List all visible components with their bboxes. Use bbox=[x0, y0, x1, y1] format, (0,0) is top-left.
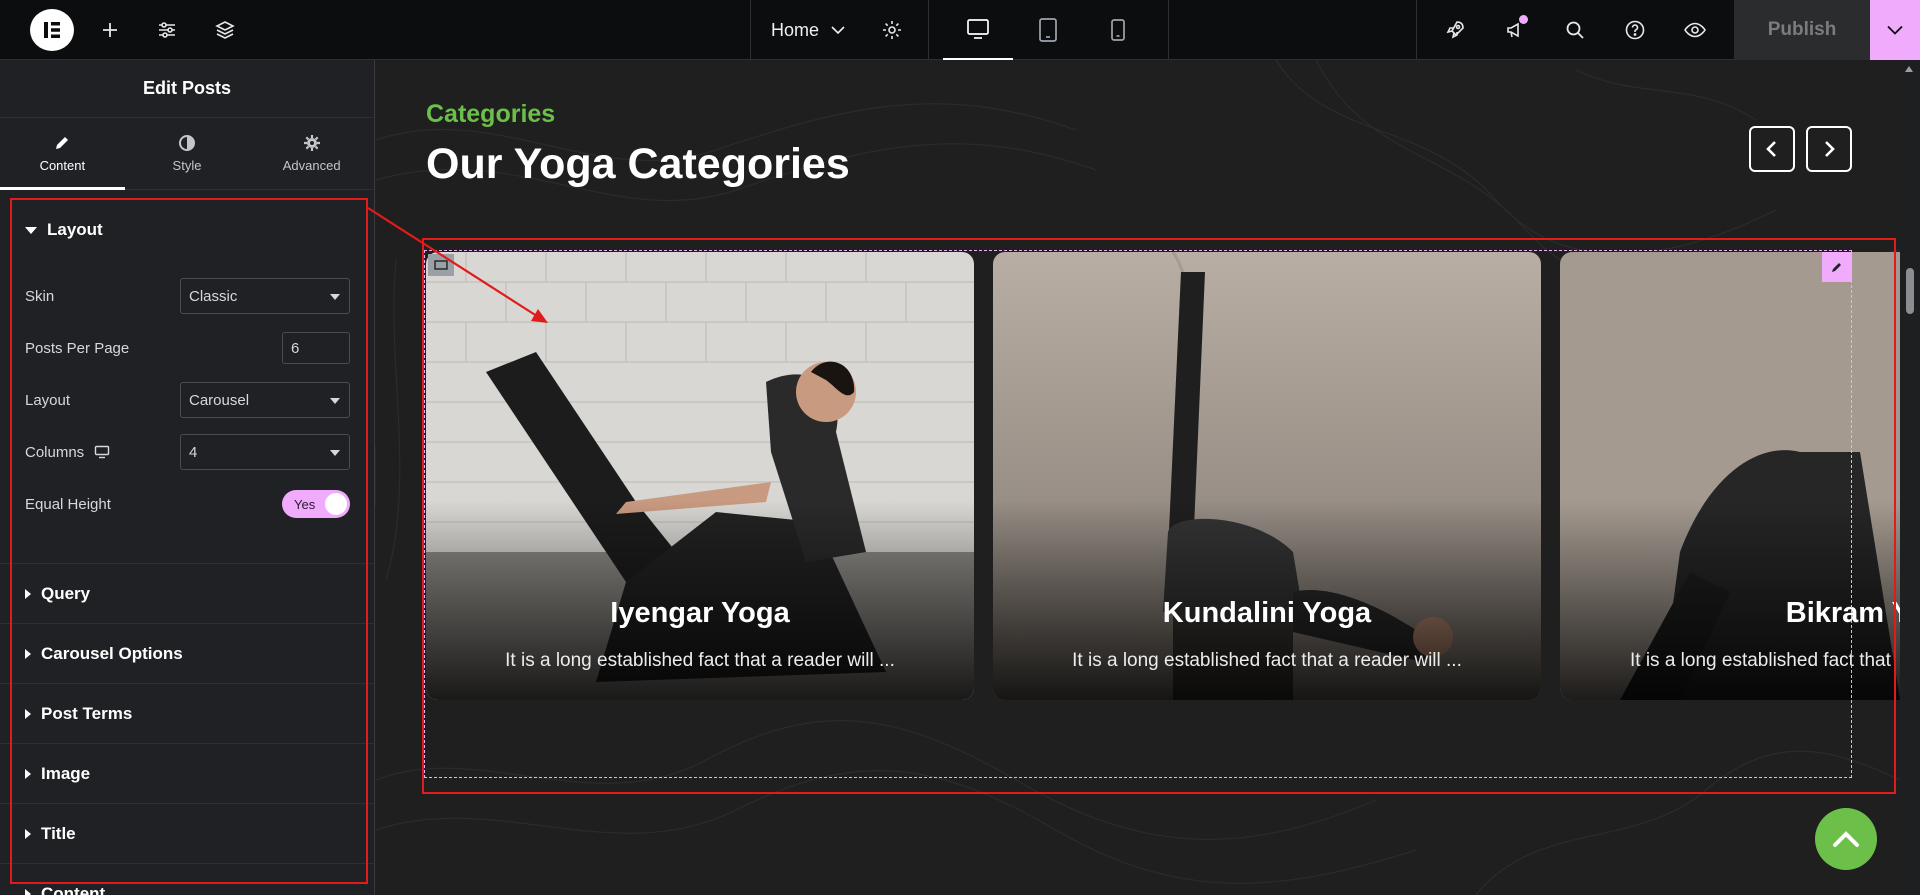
dropdown-arrow-icon bbox=[330, 450, 340, 456]
widget-handle-icon[interactable] bbox=[428, 254, 454, 276]
caret-down-icon bbox=[25, 226, 37, 234]
section-layout[interactable]: Layout bbox=[0, 190, 374, 270]
section-title: Carousel Options bbox=[41, 643, 183, 663]
tab-advanced-label: Advanced bbox=[282, 158, 341, 173]
columns-select[interactable]: 4 bbox=[180, 434, 350, 470]
carousel-next-button[interactable] bbox=[1806, 126, 1852, 172]
chevron-down-icon bbox=[831, 26, 845, 35]
rocket-icon[interactable] bbox=[1440, 15, 1470, 45]
divider bbox=[1416, 0, 1417, 60]
tab-content[interactable]: Content bbox=[0, 118, 125, 190]
skin-select-value: Classic bbox=[189, 287, 238, 305]
contrast-icon bbox=[179, 135, 195, 151]
eye-icon[interactable] bbox=[1680, 15, 1710, 45]
gear-icon bbox=[303, 135, 320, 151]
chevron-left-icon bbox=[1766, 141, 1776, 157]
preview-canvas: Categories Our Yoga Categories Iyengar Y… bbox=[376, 60, 1900, 895]
caret-right-icon bbox=[25, 708, 31, 719]
elementor-logo-icon[interactable] bbox=[30, 9, 74, 51]
control-equal-height-label: Equal Height bbox=[25, 495, 111, 513]
toggle-knob bbox=[325, 493, 347, 515]
page-name: Home bbox=[771, 19, 820, 40]
section-title[interactable]: Title bbox=[0, 804, 374, 864]
control-columns: Columns 4 bbox=[0, 426, 374, 478]
section-image[interactable]: Image bbox=[0, 744, 374, 804]
tablet-icon[interactable] bbox=[1013, 0, 1083, 60]
section-content[interactable]: Content bbox=[0, 864, 374, 895]
divider bbox=[750, 0, 751, 60]
caret-right-icon bbox=[25, 648, 31, 659]
scrollbar-thumb[interactable] bbox=[1906, 268, 1914, 314]
publish-button[interactable]: Publish bbox=[1734, 0, 1870, 60]
control-posts-per-page: Posts Per Page 6 bbox=[0, 322, 374, 374]
section-carousel-options[interactable]: Carousel Options bbox=[0, 624, 374, 684]
layout-select-value: Carousel bbox=[189, 391, 250, 409]
tab-style-label: Style bbox=[172, 158, 202, 173]
section-title-label: Title bbox=[41, 823, 76, 843]
edit-widget-pencil-icon[interactable] bbox=[1822, 252, 1852, 282]
caret-right-icon bbox=[25, 768, 31, 779]
help-icon[interactable] bbox=[1620, 15, 1650, 45]
dropdown-arrow-icon bbox=[330, 398, 340, 404]
page-selector[interactable]: Home bbox=[771, 17, 845, 43]
section-post-terms[interactable]: Post Terms bbox=[0, 684, 374, 744]
search-icon[interactable] bbox=[1560, 15, 1590, 45]
editor-panel: Edit Posts Content Style Advanced Layout… bbox=[0, 60, 375, 895]
caret-right-icon bbox=[25, 828, 31, 839]
tab-advanced[interactable]: Advanced bbox=[249, 118, 374, 189]
section-eyebrow: Categories bbox=[426, 100, 556, 128]
desktop-icon[interactable] bbox=[943, 0, 1013, 60]
equal-height-toggle-label: Yes bbox=[294, 496, 316, 512]
control-skin: Skin Classic bbox=[0, 270, 374, 322]
control-columns-label: Columns bbox=[25, 443, 85, 461]
control-layout-label: Layout bbox=[25, 391, 71, 409]
section-title: Query bbox=[41, 583, 91, 603]
section-title: Image bbox=[41, 763, 91, 783]
tab-style[interactable]: Style bbox=[125, 118, 250, 189]
panel-tabs: Content Style Advanced bbox=[0, 118, 374, 190]
megaphone-icon[interactable] bbox=[1500, 15, 1530, 45]
back-to-top-button[interactable] bbox=[1815, 808, 1877, 870]
panel-title: Edit Posts bbox=[0, 60, 374, 118]
divider bbox=[1168, 0, 1169, 60]
publish-options-button[interactable] bbox=[1870, 0, 1920, 60]
chevron-right-icon bbox=[1825, 141, 1835, 157]
chevron-down-icon bbox=[1887, 25, 1903, 35]
control-columns-label-group: Columns bbox=[25, 444, 110, 461]
caret-right-icon bbox=[25, 588, 31, 599]
mobile-icon[interactable] bbox=[1083, 0, 1153, 60]
control-equal-height: Equal Height Yes bbox=[0, 478, 374, 530]
control-posts-per-page-label: Posts Per Page bbox=[25, 339, 130, 357]
dropdown-arrow-icon bbox=[330, 294, 340, 300]
notification-dot bbox=[1519, 15, 1528, 24]
section-spacer bbox=[0, 530, 374, 564]
pencil-icon bbox=[56, 137, 69, 149]
control-layout: Layout Carousel bbox=[0, 374, 374, 426]
columns-select-value: 4 bbox=[189, 443, 198, 461]
skin-select[interactable]: Classic bbox=[180, 278, 350, 314]
equal-height-toggle[interactable]: Yes bbox=[282, 490, 350, 518]
sliders-icon[interactable] bbox=[152, 15, 182, 45]
carousel-prev-button[interactable] bbox=[1749, 126, 1795, 172]
layout-select[interactable]: Carousel bbox=[180, 382, 350, 418]
desktop-icon[interactable] bbox=[94, 445, 110, 459]
editor-topbar: Home Publish bbox=[0, 0, 1920, 60]
scroll-up-icon[interactable] bbox=[1905, 66, 1913, 72]
plus-icon[interactable] bbox=[95, 15, 125, 45]
control-skin-label: Skin bbox=[25, 287, 55, 305]
section-query[interactable]: Query bbox=[0, 564, 374, 624]
section-content-label: Content bbox=[41, 883, 106, 895]
chevron-up-icon bbox=[1833, 831, 1859, 847]
layers-icon[interactable] bbox=[210, 15, 240, 45]
divider bbox=[928, 0, 929, 60]
posts-per-page-input[interactable]: 6 bbox=[282, 332, 350, 364]
widget-selection-outline bbox=[424, 250, 1852, 778]
section-heading: Our Yoga Categories bbox=[426, 140, 850, 188]
section-layout-title: Layout bbox=[47, 220, 103, 239]
caret-right-icon bbox=[25, 888, 31, 895]
gear-icon[interactable] bbox=[877, 15, 907, 45]
tab-content-label: Content bbox=[39, 158, 86, 173]
section-title: Post Terms bbox=[41, 703, 133, 723]
